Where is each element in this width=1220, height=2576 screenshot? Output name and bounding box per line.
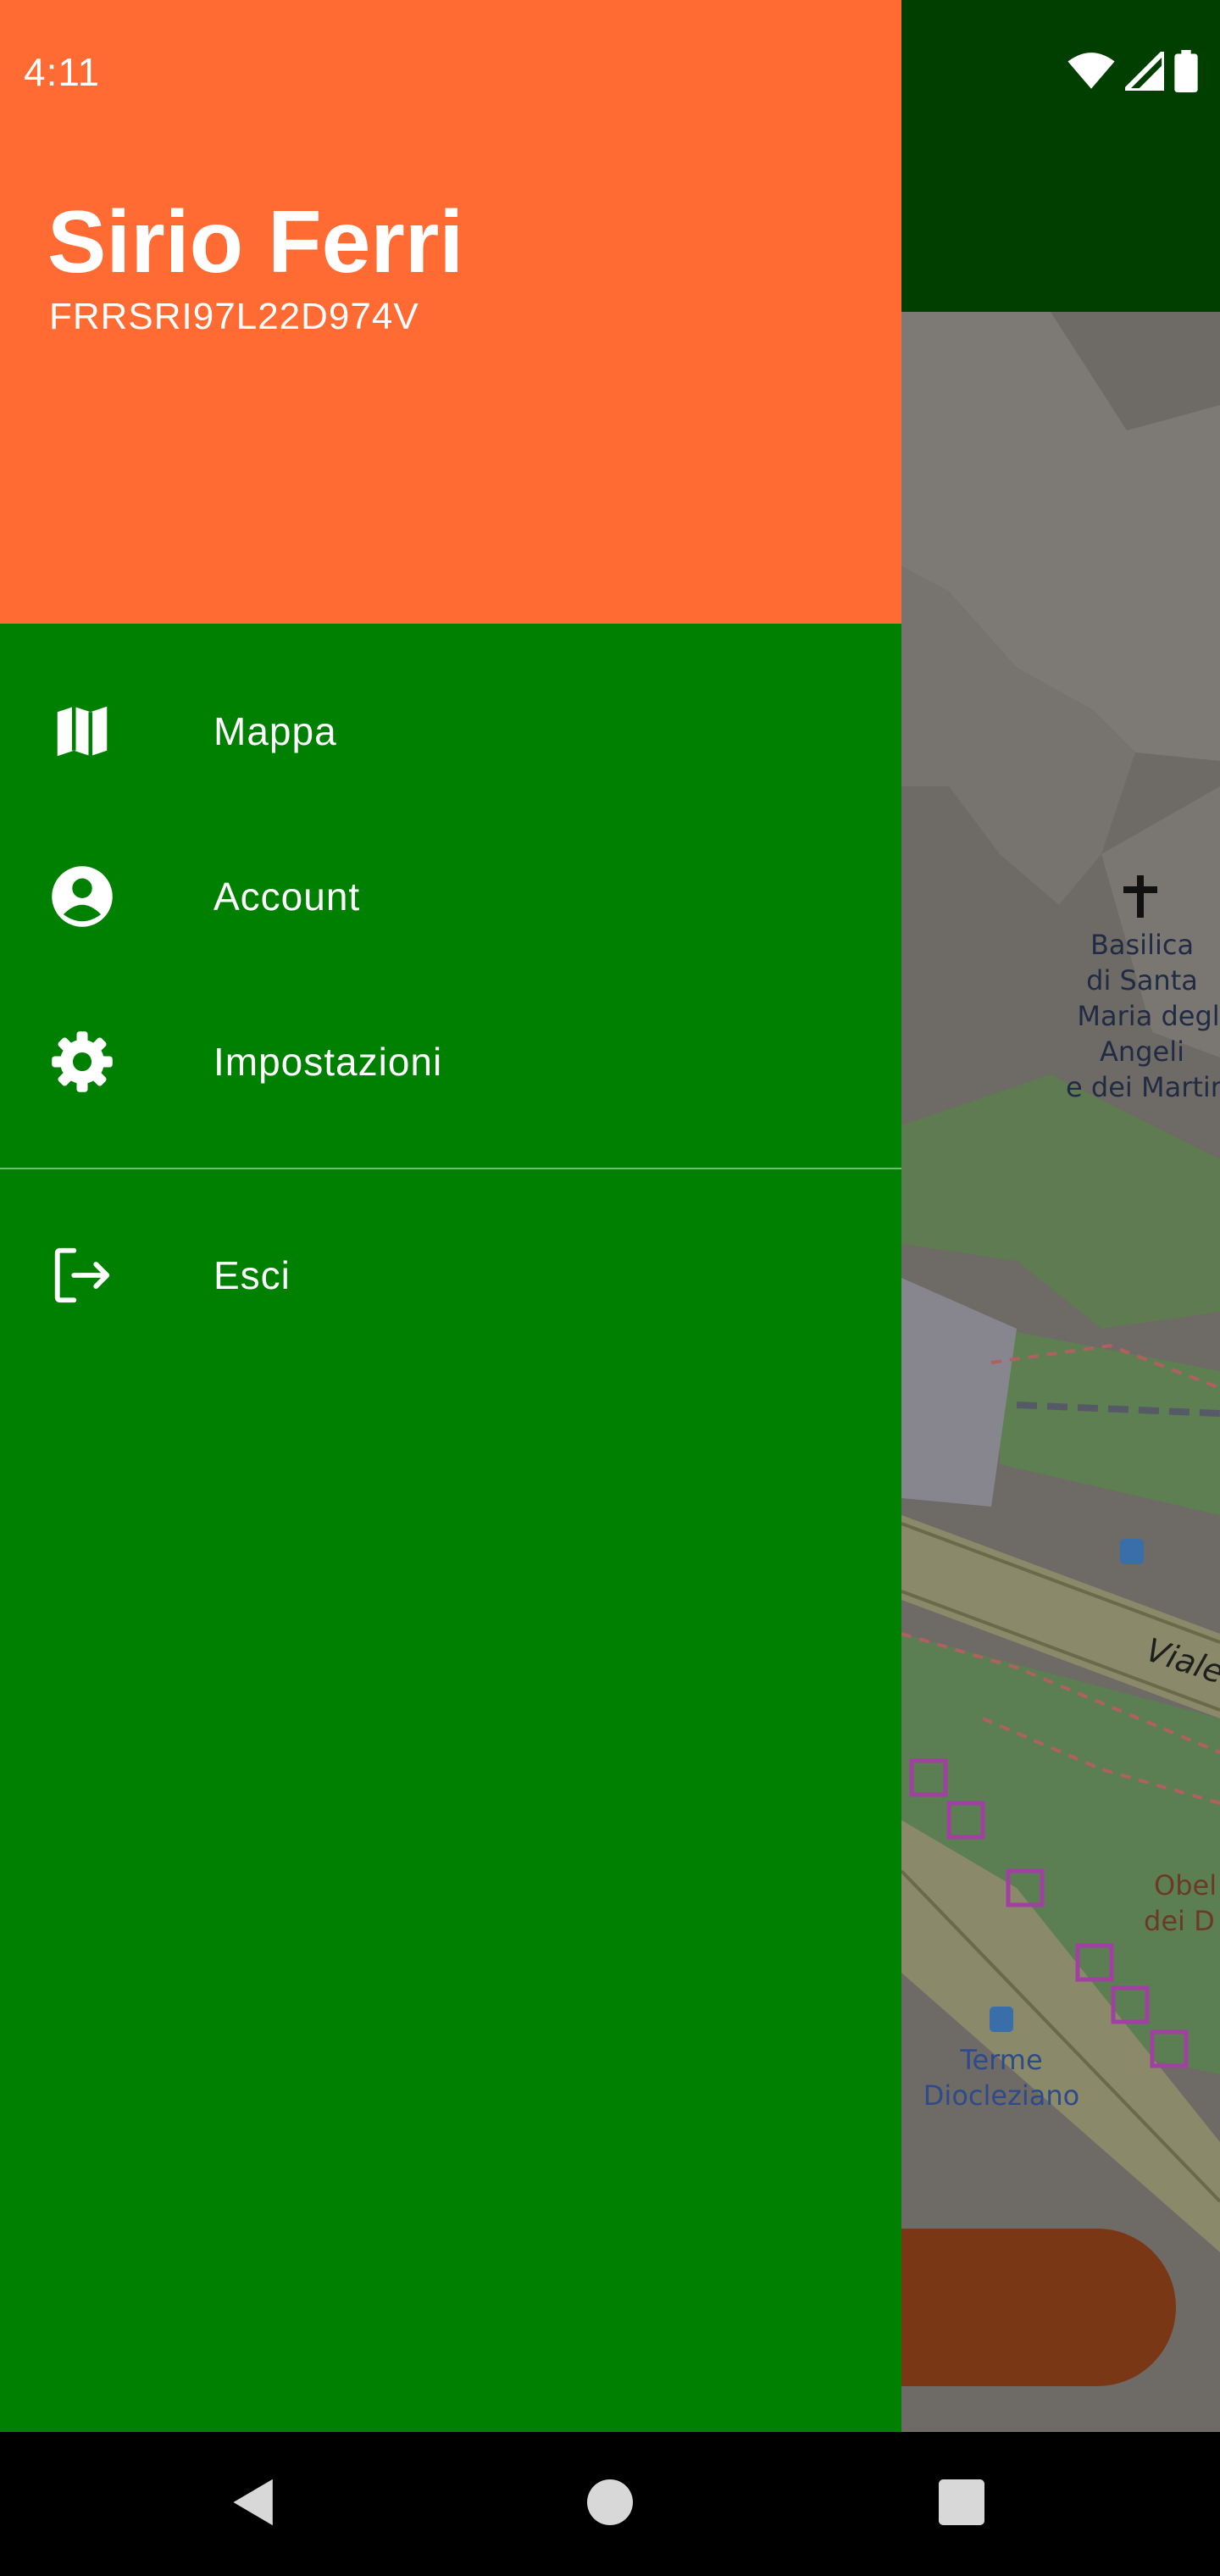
account-circle-icon — [49, 863, 115, 930]
recents-button[interactable] — [923, 2466, 1000, 2542]
recents-icon — [939, 2479, 984, 2529]
back-button[interactable] — [216, 2466, 292, 2542]
logout-icon — [49, 1242, 115, 1308]
home-icon — [587, 2479, 633, 2529]
home-button[interactable] — [572, 2466, 648, 2542]
system-navigation-bar — [0, 2432, 1220, 2576]
map-label: Terme — [959, 2044, 1042, 2076]
status-time: 4:11 — [24, 50, 101, 94]
user-name: Sirio Ferri — [47, 193, 464, 291]
map-icon — [49, 698, 115, 764]
back-icon — [230, 2477, 278, 2532]
battery-icon — [1174, 49, 1198, 97]
menu-item-esci[interactable]: Esci — [0, 1195, 901, 1356]
user-fiscal-code: FRRSRI97L22D974V — [49, 296, 419, 337]
map-label: e dei Martir — [1066, 1071, 1220, 1103]
menu-item-label: Mappa — [214, 709, 337, 753]
navigation-drawer: Sirio Ferri FRRSRI97L22D974V Mappa Accou… — [0, 0, 901, 2432]
drawer-divider — [0, 1168, 901, 1169]
map-label: dei D — [1144, 1905, 1215, 1937]
menu-item-account[interactable]: Account — [0, 816, 901, 977]
menu-item-impostazioni[interactable]: Impostazioni — [0, 981, 901, 1142]
menu-item-label: Account — [214, 874, 361, 919]
status-bar: 4:11 — [0, 0, 1220, 144]
menu-item-label: Esci — [214, 1253, 291, 1297]
signal-icon — [1119, 45, 1167, 95]
map-label: Maria degli — [1077, 1000, 1220, 1032]
map-label: Diocleziano — [923, 2079, 1079, 2112]
menu-item-mappa[interactable]: Mappa — [0, 651, 901, 812]
gear-icon — [49, 1029, 115, 1095]
wifi-icon — [1068, 52, 1115, 95]
map-label: di Santa — [1086, 964, 1198, 997]
map-label: Angeli — [1100, 1035, 1184, 1068]
map-label: Obel — [1154, 1869, 1217, 1901]
status-icons — [1068, 45, 1198, 97]
map-label: Basilica — [1090, 929, 1194, 961]
menu-item-label: Impostazioni — [214, 1040, 443, 1084]
